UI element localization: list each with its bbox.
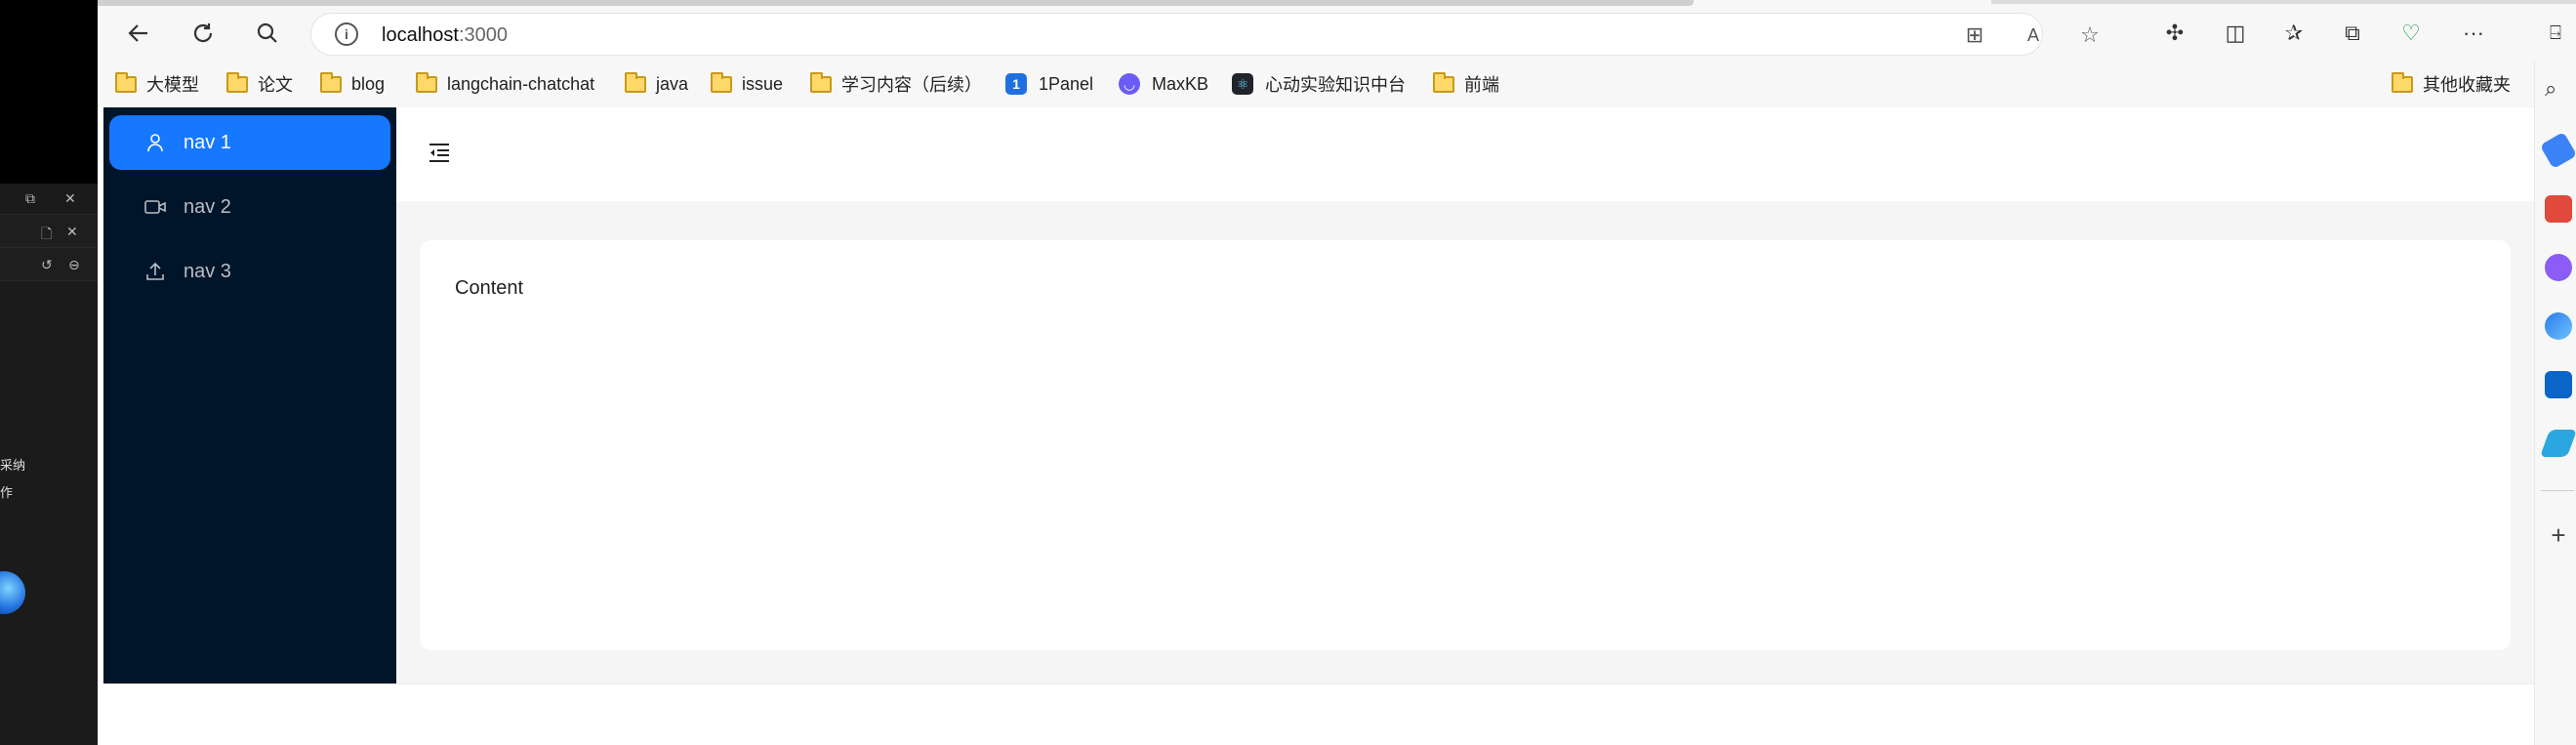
favorites-button[interactable]: ✰ xyxy=(2276,16,2311,51)
favorites-icon: ✰ xyxy=(2284,21,2304,45)
content-card: Content xyxy=(420,240,2511,650)
page-viewport: nav 1 nav 2 nav 3 Content xyxy=(98,107,2534,745)
copilot-icon[interactable] xyxy=(0,571,25,614)
user-icon xyxy=(144,132,166,153)
back-button[interactable] xyxy=(121,16,156,51)
refresh-button[interactable] xyxy=(185,16,221,51)
react-icon: ⚛ xyxy=(1232,73,1253,95)
folder-icon xyxy=(115,71,137,93)
folder-icon xyxy=(810,71,832,93)
favorite-star-icon[interactable]: ☆ xyxy=(2076,21,2104,49)
arrow-left-icon xyxy=(128,24,147,42)
ide-text-2: 作 xyxy=(0,485,14,500)
info-icon[interactable]: i xyxy=(335,22,358,46)
split-screen-icon: ◫ xyxy=(2225,21,2246,45)
screen: ⧉ ✕ 🗋 ✕ ↺ ⊖ 采纳 作 i localhost:3000 ⊞ A ☆ … xyxy=(0,0,2576,745)
bookmark-folder[interactable]: 大模型 xyxy=(115,70,199,98)
content-text: Content xyxy=(455,277,524,299)
sidebar-item-label: nav 1 xyxy=(184,131,231,153)
bookmark-link[interactable]: 1 1Panel xyxy=(1005,70,1093,98)
ide-text-1: 采纳 xyxy=(0,458,26,473)
bookmark-folder[interactable]: java xyxy=(625,70,688,98)
more-icon: ··· xyxy=(2463,21,2484,45)
address-url[interactable]: localhost:3000 xyxy=(382,24,508,47)
header xyxy=(396,107,2534,201)
divider xyxy=(2541,490,2574,491)
menu-fold-icon xyxy=(429,144,449,162)
folder-icon xyxy=(1433,71,1454,93)
bookmark-link[interactable]: ◡ MaxKB xyxy=(1119,70,1208,98)
1panel-icon: 1 xyxy=(1005,73,1027,95)
url-host: localhost xyxy=(382,24,459,46)
minus-circle-icon[interactable]: ⊖ xyxy=(68,257,80,273)
maxkb-icon: ◡ xyxy=(1119,73,1140,95)
new-file-icon[interactable]: 🗋 xyxy=(41,224,52,247)
other-bookmarks-folder[interactable]: 其他收藏夹 xyxy=(2392,70,2511,98)
ide-tab-controls: 🗋 ✕ xyxy=(0,215,98,248)
close-icon[interactable]: ✕ xyxy=(64,190,76,207)
refresh-icon xyxy=(193,23,213,43)
sidebar-item-label: nav 3 xyxy=(184,260,231,282)
shopping-tag-icon[interactable] xyxy=(2539,131,2576,170)
split-screen-button[interactable]: ◫ xyxy=(2218,16,2253,51)
ide-window-controls: ⧉ ✕ xyxy=(0,182,98,215)
telegram-icon[interactable] xyxy=(2539,430,2576,457)
sidebar-item-nav-1[interactable]: nav 1 xyxy=(109,115,390,170)
bookmark-folder[interactable]: langchain-chatchat xyxy=(416,70,594,98)
search-icon xyxy=(257,22,277,43)
sidebar-item-label: nav 2 xyxy=(184,195,231,218)
bookmark-folder[interactable]: 论文 xyxy=(226,70,293,98)
url-port: :3000 xyxy=(458,24,508,46)
ide-history-controls: ↺ ⊖ xyxy=(0,248,98,281)
search-button[interactable] xyxy=(250,16,285,51)
tab-strip-right xyxy=(1991,0,2576,4)
video-camera-icon xyxy=(144,196,166,218)
puzzle-icon: ✣ xyxy=(2165,21,2185,45)
page-footer-area xyxy=(103,683,2534,745)
heart-pulse-icon: ♡ xyxy=(2401,21,2421,45)
ide-top-area xyxy=(0,0,98,184)
search-icon[interactable]: ⌕ xyxy=(2545,76,2572,103)
folder-icon xyxy=(2392,71,2413,93)
folder-icon xyxy=(711,71,732,93)
sidebar-item-nav-2[interactable]: nav 2 xyxy=(109,180,390,234)
collections-button[interactable]: ⧉ xyxy=(2335,16,2370,51)
extensions-button[interactable]: ✣ xyxy=(2157,16,2192,51)
address-bar[interactable]: i localhost:3000 ⊞ A ☆ xyxy=(310,13,2100,56)
close-tab-icon[interactable]: ✕ xyxy=(66,224,78,240)
read-aloud-icon[interactable]: A xyxy=(2020,21,2047,49)
history-icon[interactable]: ↺ xyxy=(41,257,53,273)
ide-side-panel: ⧉ ✕ 🗋 ✕ ↺ ⊖ 采纳 作 xyxy=(0,0,98,745)
edge-sidebar: ⌕ + xyxy=(2534,61,2576,745)
more-button[interactable]: ··· xyxy=(2456,16,2491,51)
browser-essentials-button[interactable]: ♡ xyxy=(2393,16,2429,51)
microsoft-365-icon[interactable] xyxy=(2545,312,2572,340)
sidebar-item-nav-3[interactable]: nav 3 xyxy=(109,244,390,299)
add-icon[interactable]: + xyxy=(2545,521,2572,549)
app-available-icon[interactable]: ⊞ xyxy=(1961,21,1988,49)
sider: nav 1 nav 2 nav 3 xyxy=(103,107,396,683)
bookmark-link[interactable]: ⚛ 心动实验知识中台 xyxy=(1232,70,1406,98)
folder-icon xyxy=(625,71,646,93)
folder-icon xyxy=(226,71,248,93)
bookmark-folder[interactable]: 学习内容（后续） xyxy=(810,70,982,98)
collections-icon: ⧉ xyxy=(2345,21,2360,45)
main-layout: Content xyxy=(396,107,2534,683)
bookmark-folder[interactable]: 前端 xyxy=(1433,70,1499,98)
bookmark-folder[interactable]: issue xyxy=(711,70,783,98)
sidebar-exit-icon: ⍈ xyxy=(2550,21,2561,44)
folder-icon xyxy=(416,71,437,93)
restore-icon[interactable]: ⧉ xyxy=(25,190,35,207)
menu-fold-button[interactable] xyxy=(426,139,457,170)
folder-icon xyxy=(320,71,342,93)
upload-icon xyxy=(144,261,166,282)
browser-window: i localhost:3000 ⊞ A ☆ ✣ ◫ ✰ ⧉ ♡ ··· ⍈ 大… xyxy=(98,0,2576,745)
sidebar-toggle-button[interactable]: ⍈ xyxy=(2538,16,2573,51)
browser-toolbar: i localhost:3000 ⊞ A ☆ ✣ ◫ ✰ ⧉ ♡ ··· ⍈ xyxy=(98,6,2576,61)
outlook-icon[interactable] xyxy=(2545,371,2572,398)
toolbox-icon[interactable] xyxy=(2545,195,2572,223)
games-icon[interactable] xyxy=(2545,254,2572,281)
bookmarks-bar: 大模型 论文 blog langchain-chatchat java issu… xyxy=(98,61,2576,107)
bookmark-folder[interactable]: blog xyxy=(320,70,385,98)
